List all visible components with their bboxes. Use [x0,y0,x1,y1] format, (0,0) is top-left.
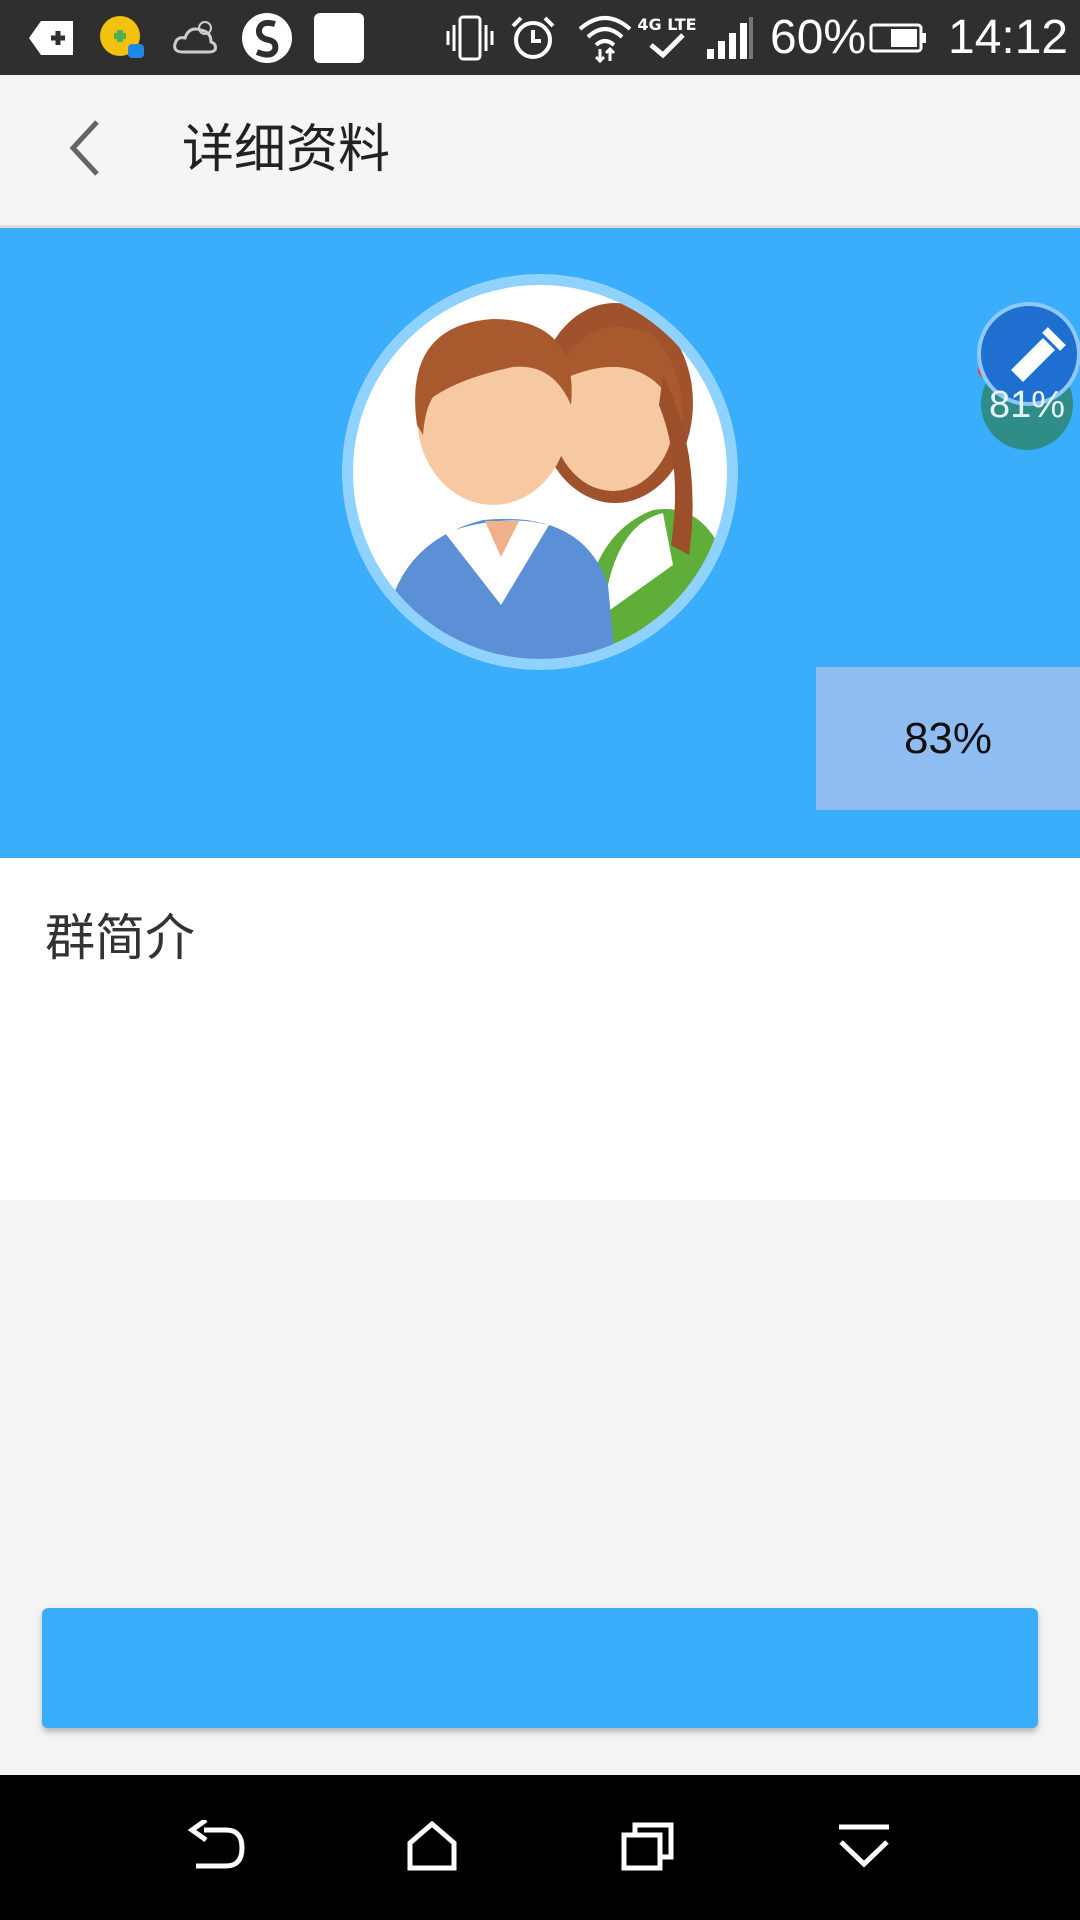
primary-action-button[interactable] [42,1608,1038,1728]
back-button[interactable] [50,115,120,185]
alarm-icon [508,0,558,75]
page-title: 详细资料 [182,120,391,180]
floating-widget-label: 81% [989,384,1066,426]
group-intro-label: 群简介 [45,909,195,967]
chevron-down-icon [837,1824,891,1872]
nav-recent-apps-button[interactable] [588,1775,708,1920]
app-notification-icon [96,0,148,75]
network-type-label: 4G LTE [637,14,697,34]
avatar-frame [342,274,738,670]
nav-back-button[interactable] [156,1775,276,1920]
group-avatar-icon[interactable] [353,285,727,659]
wifi-icon [575,0,635,75]
progress-label: 83% [816,667,1080,810]
group-intro-section: 群简介 [0,858,1080,1200]
back-arrow-icon [186,1817,246,1876]
weather-cloud-icon [170,0,220,75]
white-square-icon [313,0,365,75]
notification-back-icon [28,0,74,75]
floating-cleaner-widget[interactable]: 81% [975,300,1080,460]
recent-apps-icon [621,1821,675,1875]
navigation-bar [0,1775,1080,1920]
status-bar: 4G LTE 60% 14:12 [0,0,1080,75]
lte-signal-icon: 4G LTE [636,0,698,75]
clock: 14:12 [948,11,1069,64]
nav-menu-button[interactable] [804,1775,924,1920]
nav-home-button[interactable] [372,1775,492,1920]
sogou-s-icon [240,0,294,75]
battery-percent: 60% [770,11,867,64]
cell-signal-icon [704,0,756,75]
vibrate-icon [446,0,494,75]
chevron-left-icon [65,118,105,182]
header-bar: 详细资料 [0,75,1080,228]
battery-icon [868,0,928,75]
home-icon [406,1820,458,1875]
profile-banner: 81% 83% [0,228,1080,858]
